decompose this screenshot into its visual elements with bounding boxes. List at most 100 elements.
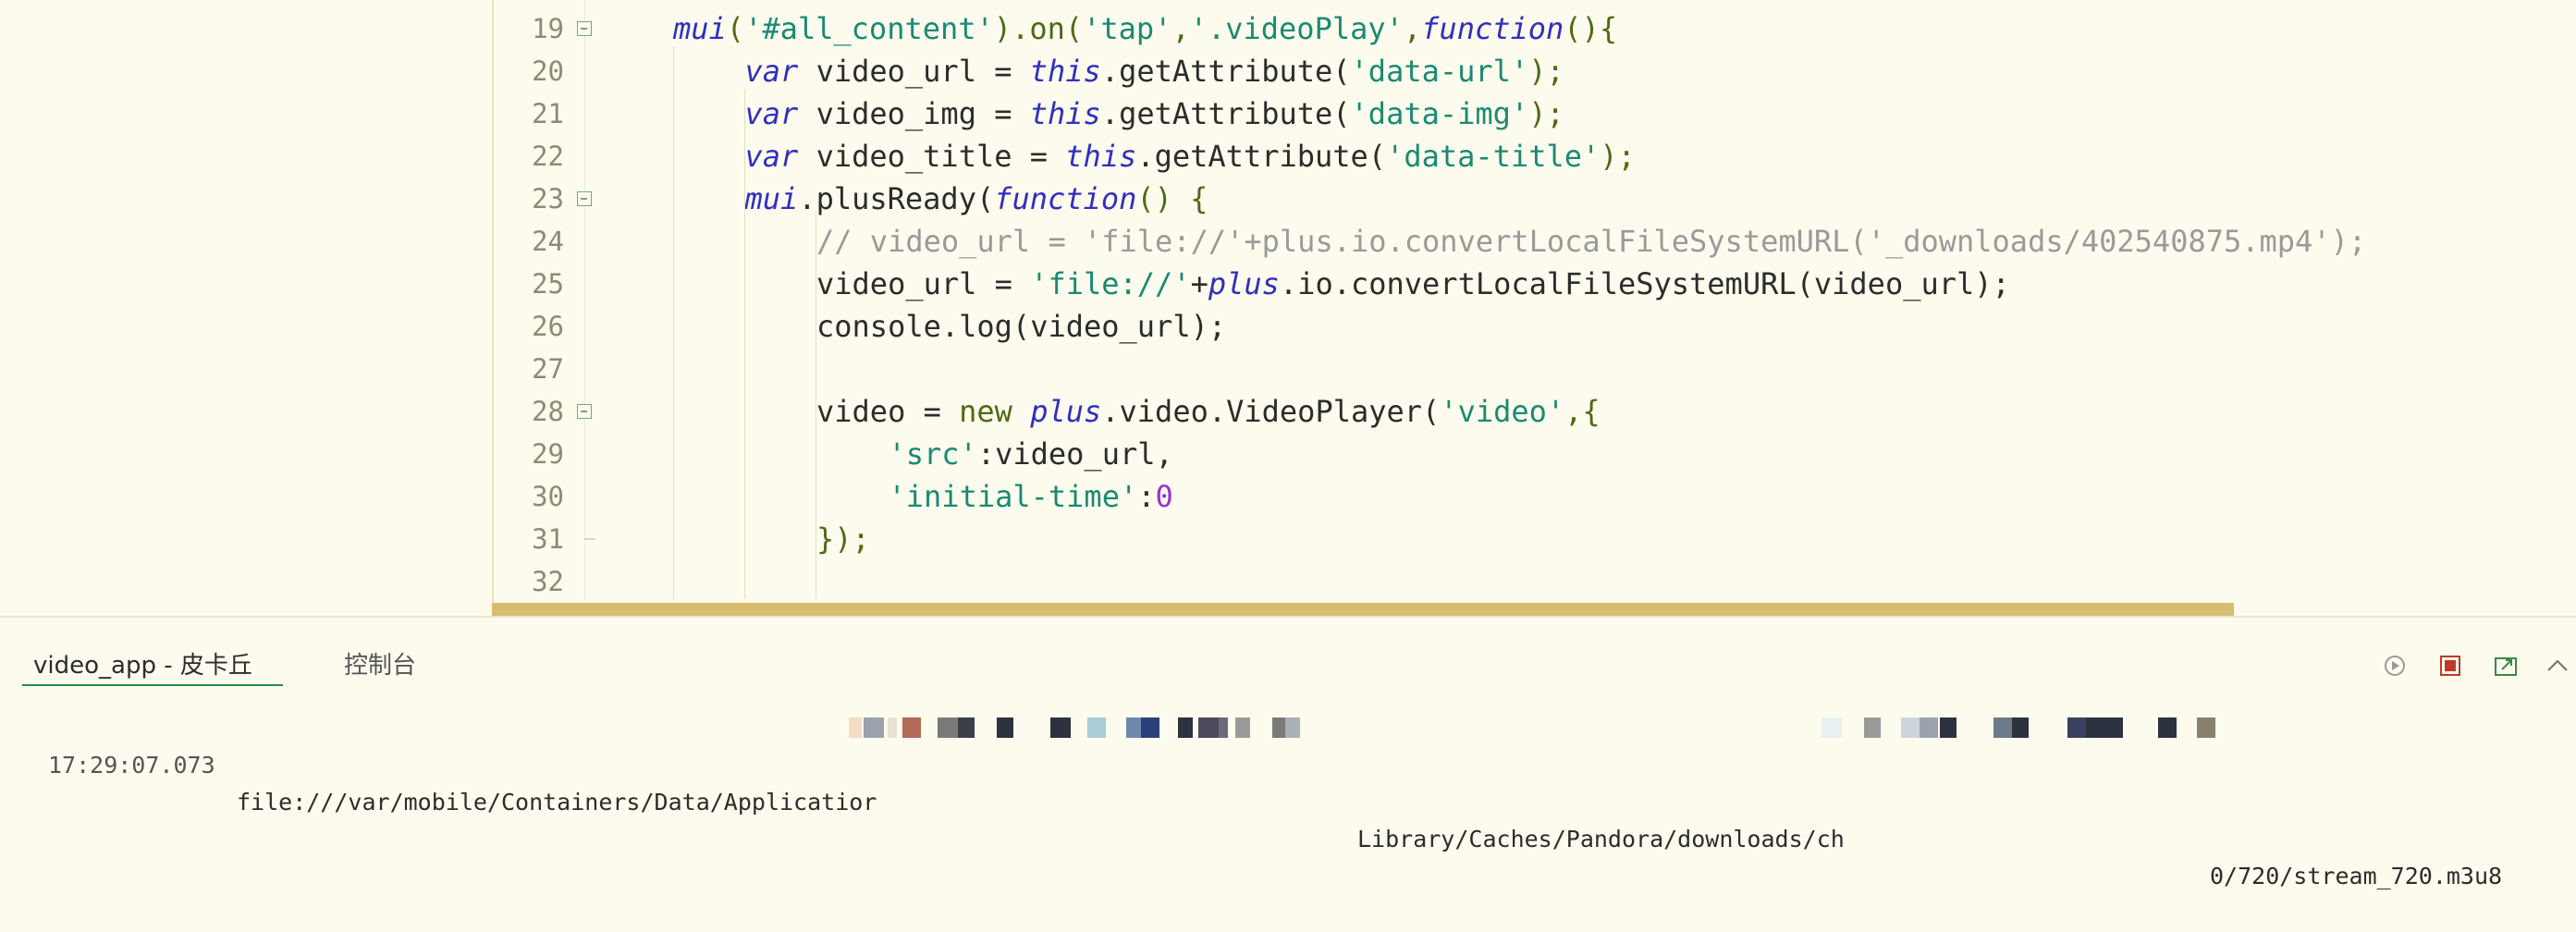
code-token: ,{ bbox=[1564, 394, 1601, 429]
line-number: 31 bbox=[532, 523, 564, 555]
code-token: 0 bbox=[1155, 479, 1173, 514]
line-number: 30 bbox=[532, 481, 564, 512]
log-path-start[interactable]: file:///var/mobile/Containers/Data/Appli… bbox=[237, 784, 877, 821]
code-token: + bbox=[1190, 266, 1208, 301]
code-token: '#all_content' bbox=[744, 11, 994, 46]
code-token: video_url = bbox=[798, 54, 1030, 89]
code-token: plus bbox=[1208, 266, 1280, 301]
code-token: , bbox=[1171, 11, 1190, 46]
project-pane bbox=[0, 0, 492, 618]
line-number: 26 bbox=[532, 311, 564, 342]
code-token: 'file://' bbox=[1030, 266, 1191, 301]
code-token: 'initial-time' bbox=[888, 479, 1138, 514]
code-token: ( bbox=[726, 11, 745, 46]
code-token: console.log(video_url); bbox=[816, 309, 1227, 344]
code-token: function bbox=[994, 181, 1137, 216]
code-token: 'tap' bbox=[1083, 11, 1172, 46]
code-line[interactable]: }); bbox=[816, 518, 870, 560]
code-token: .getAttribute( bbox=[1100, 54, 1351, 89]
code-token: (){ bbox=[1564, 11, 1618, 46]
code-line[interactable]: console.log(video_url); bbox=[816, 305, 1226, 348]
code-token: var bbox=[744, 139, 799, 174]
stop-icon[interactable] bbox=[2437, 653, 2463, 679]
code-token: ); bbox=[1528, 54, 1564, 89]
code-line[interactable]: 'initial-time':0 bbox=[889, 475, 1173, 518]
tab-console[interactable]: 控制台 bbox=[344, 644, 416, 688]
code-token: this bbox=[1029, 96, 1101, 131]
fold-toggle-icon[interactable] bbox=[577, 404, 592, 419]
code-token: 'data-img' bbox=[1350, 96, 1529, 131]
console-panel: video_app - 皮卡丘 控制台 17:29:07.073 file://… bbox=[0, 618, 2576, 889]
code-token: :video_url, bbox=[976, 436, 1173, 472]
code-line[interactable]: video_url = 'file://'+plus.io.convertLoc… bbox=[816, 263, 2010, 305]
tab-label: 控制台 bbox=[344, 652, 417, 680]
horizontal-scrollbar[interactable] bbox=[492, 603, 2234, 616]
code-line[interactable]: var video_img = this.getAttribute('data-… bbox=[745, 92, 1564, 135]
run-icon[interactable] bbox=[2382, 653, 2408, 679]
code-token: .io.convertLocalFileSystemURL(video_url)… bbox=[1279, 266, 2010, 301]
code-token: video_url = bbox=[816, 266, 1031, 301]
code-line[interactable]: mui.plusReady(function() { bbox=[745, 178, 1208, 220]
fold-end-marker bbox=[584, 538, 595, 540]
line-number: 24 bbox=[532, 226, 564, 257]
code-token: mui bbox=[744, 181, 799, 216]
code-token: var bbox=[744, 54, 799, 89]
code-token: video_title = bbox=[798, 139, 1066, 174]
code-token: .getAttribute( bbox=[1136, 139, 1387, 174]
code-token: 'data-title' bbox=[1386, 139, 1601, 174]
code-line[interactable]: var video_url = this.getAttribute('data-… bbox=[745, 50, 1564, 92]
code-line[interactable]: 'src':video_url, bbox=[889, 433, 1173, 475]
log-path-middle[interactable]: Library/Caches/Pandora/downloads/ch bbox=[1357, 821, 1845, 858]
code-token: video = bbox=[816, 394, 960, 429]
tab-project-console[interactable]: video_app - 皮卡丘 bbox=[33, 644, 252, 688]
code-line[interactable]: // video_url = 'file://'+plus.io.convert… bbox=[816, 220, 2366, 263]
code-editor[interactable]: 19 mui('#all_content').on('tap','.videoPl… bbox=[0, 0, 2576, 618]
code-token: '.videoPlay' bbox=[1189, 11, 1404, 46]
line-number: 28 bbox=[532, 396, 564, 427]
code-line[interactable]: video = new plus.video.VideoPlayer('vide… bbox=[816, 390, 1601, 433]
gutter-separator bbox=[584, 0, 585, 601]
code-line[interactable]: mui('#all_content').on('tap','.videoPlay… bbox=[673, 7, 1617, 50]
export-icon[interactable] bbox=[2493, 653, 2519, 679]
code-token: plus bbox=[1030, 394, 1102, 429]
code-token: .video.VideoPlayer( bbox=[1101, 394, 1441, 429]
code-token: function bbox=[1421, 11, 1564, 46]
line-number: 27 bbox=[532, 353, 564, 385]
line-number: 22 bbox=[532, 141, 564, 172]
line-number: 25 bbox=[532, 268, 564, 300]
log-path-end[interactable]: 0/720/stream_720.m3u8 bbox=[2210, 858, 2502, 895]
code-token: this bbox=[1029, 54, 1101, 89]
line-number: 20 bbox=[532, 55, 564, 87]
code-token: () { bbox=[1136, 181, 1208, 216]
code-token: ).on( bbox=[993, 11, 1084, 46]
line-number: 19 bbox=[532, 13, 564, 44]
code-token: 'src' bbox=[888, 436, 977, 472]
tab-label: video_app - 皮卡丘 bbox=[33, 652, 252, 680]
active-tab-indicator bbox=[22, 684, 283, 686]
code-token: 'video' bbox=[1440, 394, 1565, 429]
code-token: new bbox=[959, 394, 1012, 429]
line-number: 29 bbox=[532, 438, 564, 470]
code-token: mui bbox=[673, 11, 727, 46]
log-timestamp: 17:29:07.073 bbox=[48, 752, 215, 779]
code-token: .plusReady( bbox=[798, 181, 995, 216]
code-token: 'data-url' bbox=[1350, 54, 1529, 89]
code-token: // video_url = 'file://'+plus.io.convert… bbox=[816, 224, 2367, 259]
code-token: ); bbox=[1600, 139, 1636, 174]
code-token: video_img = bbox=[798, 96, 1030, 131]
fold-toggle-icon[interactable] bbox=[577, 21, 592, 36]
code-token: .getAttribute( bbox=[1100, 96, 1351, 131]
code-token: this bbox=[1065, 139, 1137, 174]
log-entry: 17:29:07.073 file:///var/mobile/Containe… bbox=[0, 710, 2502, 889]
indent-guide bbox=[744, 89, 745, 599]
line-number: 21 bbox=[532, 98, 564, 129]
code-token: , bbox=[1403, 11, 1422, 46]
fold-toggle-icon[interactable] bbox=[577, 191, 592, 206]
collapse-icon[interactable] bbox=[2545, 653, 2570, 679]
line-number: 23 bbox=[532, 183, 564, 215]
code-token: var bbox=[744, 96, 799, 131]
code-line[interactable]: var video_title = this.getAttribute('dat… bbox=[745, 135, 1636, 178]
code-token: ); bbox=[1528, 96, 1564, 131]
code-token: : bbox=[1137, 479, 1156, 514]
